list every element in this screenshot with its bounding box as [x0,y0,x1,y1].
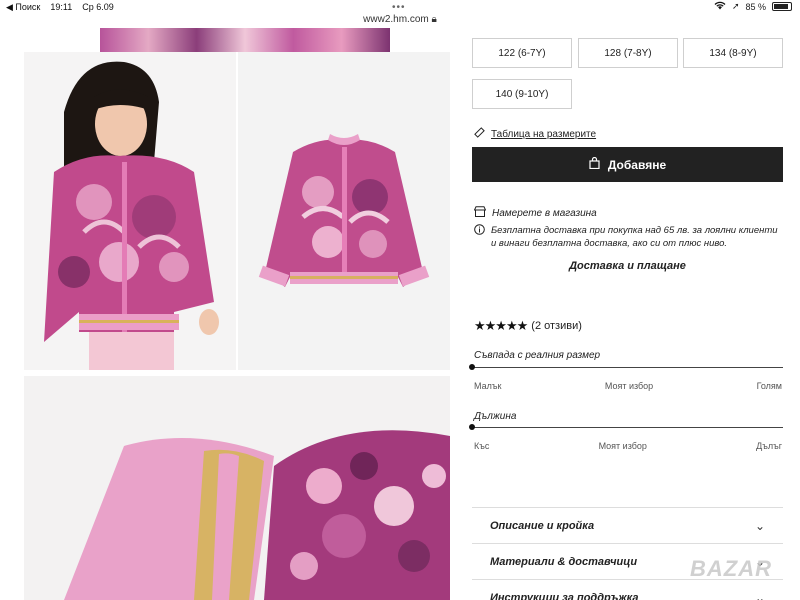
rating-summary[interactable]: ★★★★★ (2 отзиви) [474,318,582,334]
status-right: ➚ 85 % [714,1,792,12]
fit-length-scale [472,427,783,428]
fit-length-labels: Къс Моят избор Дълъг [474,441,782,451]
fit-length-marker [469,424,475,430]
delivery-payment-link[interactable]: Доставка и плащане [472,260,783,272]
back-to-search[interactable]: ◀ Поиск [6,2,40,13]
status-time: 19:11 [50,2,73,12]
ruler-icon [474,127,485,141]
chevron-down-icon: ⌄ [754,590,765,600]
size-guide-link[interactable]: Таблица на размерите [474,127,596,141]
accordion-label: Описание и кройка [490,519,595,532]
url-bar[interactable]: www2.hm.com 🔒︎ [0,14,800,25]
chevron-down-icon: ⌄ [754,518,765,533]
accordion-label: Инструкции за поддръжка [490,591,639,600]
accordion-care[interactable]: Инструкции за поддръжка ⌄ [472,579,783,600]
accordion-description[interactable]: Описание и кройка ⌄ [472,507,783,543]
watermark-logo: BAZAR [690,556,772,581]
status-left: ◀ Поиск 19:11 Ср 6.09 [6,2,114,13]
battery-percent: 85 % [745,1,766,12]
delivery-info: Безплатна доставка при покупка над 65 лв… [474,224,784,250]
review-count: (2 отзиви) [531,320,582,332]
fit-label: Къс [474,441,490,451]
fit-size-title: Съвпада с реалния размер [474,350,601,361]
location-icon: ➚ [731,1,740,11]
fit-label: Моят избор [598,441,647,451]
size-option[interactable]: 128 (7-8Y) [578,38,678,68]
fit-label: Голям [756,381,782,391]
size-label: 140 (9-10Y) [495,88,549,100]
product-photo-jacket[interactable] [238,52,450,370]
store-icon [473,206,487,220]
size-label: 128 (7-8Y) [604,47,652,59]
fit-label: Малък [474,381,502,391]
size-option[interactable]: 134 (8-9Y) [683,38,783,68]
size-guide-label: Таблица на размерите [491,128,597,140]
size-option[interactable]: 140 (9-10Y) [472,79,572,109]
status-date: Ср 6.09 [82,2,114,12]
fit-size-scale [472,367,783,368]
add-button-label: Добавяне [607,157,667,172]
add-to-bag-button[interactable]: Добавяне [472,147,783,182]
wifi-icon [714,1,726,12]
product-photo-detail[interactable] [24,376,450,600]
info-icon [474,224,485,250]
fit-size-marker [469,364,475,370]
url-text: www2.hm.com [363,14,429,25]
product-image-partial[interactable] [100,28,390,52]
product-photo-child[interactable] [24,52,236,370]
accordion-label: Материали & доставчици [490,555,638,568]
bag-icon [589,156,600,172]
fit-label: Дълъг [756,441,782,451]
more-dots-icon[interactable]: ••• [392,2,406,13]
store-label: Намерете в магазина [492,207,597,219]
size-label: 122 (6-7Y) [498,47,546,59]
fit-length-title: Дължина [474,411,517,422]
find-in-store-link[interactable]: Намерете в магазина [473,206,597,220]
info-text: Безплатна доставка при покупка над 65 лв… [491,225,778,249]
size-label: 134 (8-9Y) [709,47,757,59]
star-rating-icon: ★★★★★ [474,318,528,333]
lock-icon: 🔒︎ [431,14,437,25]
size-option[interactable]: 122 (6-7Y) [472,38,572,68]
battery-icon [772,2,792,11]
fit-label: Моят избор [604,381,654,391]
fit-size-labels: Малък Моят избор Голям [474,381,782,391]
